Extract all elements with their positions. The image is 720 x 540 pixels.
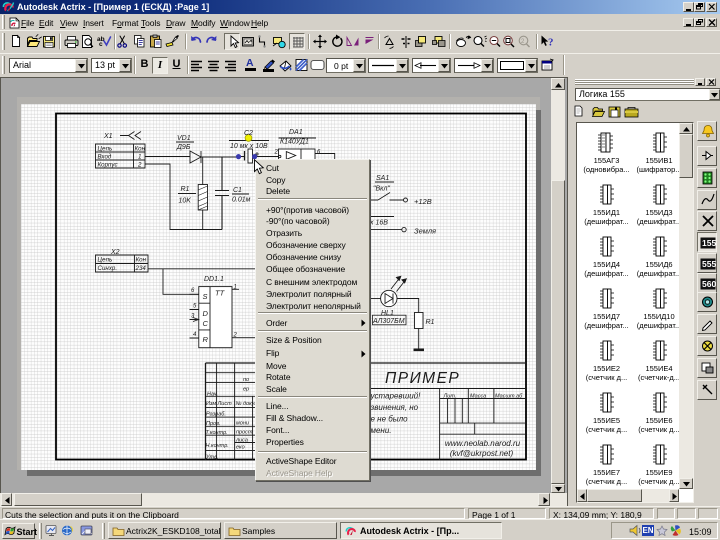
svg-text:по: по [243,377,249,383]
svg-text:R: R [203,335,209,344]
svg-text:АЛ307БМ: АЛ307БМ [372,318,405,325]
svg-text:155: 155 [702,238,716,248]
svg-text:560: 560 [702,279,716,289]
svg-text:Разраб.: Разраб. [206,412,226,418]
svg-text:Пров.: Пров. [206,421,221,427]
svg-text:0.01м: 0.01м [232,197,251,204]
svg-text:www.neolab.narod.ru: www.neolab.narod.ru [445,439,521,448]
svg-text:прост: прост [236,430,253,436]
svg-text:2: 2 [137,162,142,169]
svg-text:S: S [203,292,208,301]
svg-text:Вход: Вход [98,154,112,161]
svg-text:DD1.1: DD1.1 [204,276,224,283]
svg-text:R1: R1 [181,186,190,193]
svg-text:е не было: е не было [371,415,409,424]
svg-text:Кон: Кон [135,146,146,153]
svg-text:Лит.: Лит. [443,394,457,400]
svg-text:(kvf@ukrpost.net): (kvf@ukrpost.net) [450,449,514,458]
svg-text:TT: TT [215,289,226,298]
svg-text:мони: мони [236,421,249,427]
svg-text:C: C [203,319,209,328]
svg-text:Лист: Лист [217,401,233,407]
svg-text:ер: ер [243,387,249,393]
svg-text:лиса: лиса [235,438,248,444]
svg-text:2: 2 [274,150,279,156]
svg-text:устаревший!: устаревший! [370,392,422,401]
svg-text:?: ? [548,37,554,49]
svg-text:К140УД1: К140УД1 [280,139,309,146]
svg-text:HL1: HL1 [381,310,394,317]
svg-text:Т.контр.: Т.контр. [206,430,228,436]
svg-text:звинения, но: звинения, но [370,403,419,412]
svg-text:Д9Б: Д9Б [176,144,191,151]
svg-text:1: 1 [138,154,141,161]
svg-text:2: 2 [521,39,525,45]
svg-text:DA1: DA1 [289,129,303,136]
svg-text:х 16В: х 16В [369,220,388,227]
svg-text:c: c [99,41,103,48]
svg-text:R1: R1 [426,319,435,326]
svg-text:"Вкл": "Вкл" [373,186,390,193]
svg-text:ПРИМЕР: ПРИМЕР [385,370,460,387]
svg-text:C2: C2 [244,130,253,137]
svg-text:2: 2 [233,333,238,339]
svg-text:Изм: Изм [206,401,216,407]
svg-text:Синхр.: Синхр. [98,265,118,272]
svg-text:Масса: Масса [470,394,486,400]
svg-text:еко: еко [236,445,245,451]
svg-text:10K: 10K [179,198,192,205]
svg-text:VD1: VD1 [177,135,191,142]
svg-text:555: 555 [702,259,716,269]
svg-text:D: D [203,309,209,318]
svg-text:Цепь: Цепь [98,146,113,153]
svg-text:1: 1 [234,285,237,291]
svg-text:SA1: SA1 [376,175,389,182]
svg-text:Цепь: Цепь [98,257,113,264]
svg-text:C1: C1 [233,187,242,194]
svg-text:X2: X2 [110,249,120,256]
svg-text:10 мк х 10В: 10 мк х 10В [230,143,268,150]
svg-text:Земля: Земля [414,227,436,236]
svg-text:мени.: мени. [371,426,392,435]
svg-text:Масшт.аб: Масшт.аб [495,394,523,400]
svg-text:234: 234 [135,265,147,272]
svg-text:Нач.: Нач. [207,392,218,398]
svg-text:Н.контр.: Н.контр. [206,443,229,449]
svg-text:Утв.: Утв. [205,455,219,461]
svg-text:+12В: +12В [414,197,432,206]
svg-text:Корпус: Корпус [98,162,119,169]
svg-text:X1: X1 [103,133,113,140]
svg-text:Кон: Кон [136,257,147,264]
